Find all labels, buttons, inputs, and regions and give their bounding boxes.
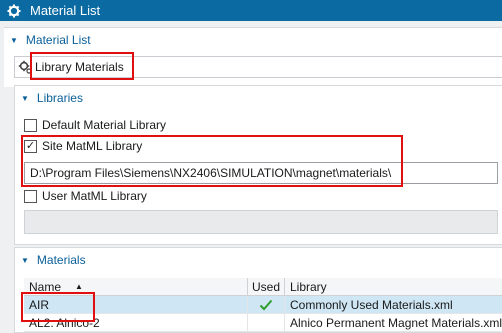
gear-icon xyxy=(6,3,22,19)
table-row[interactable]: AL2: Alnico-2 Alnico Permanent Magnet Ma… xyxy=(24,314,502,332)
material-library-cell: Alnico Permanent Magnet Materials.xml xyxy=(290,315,502,330)
materials-table-header: Name ▲ Used Library xyxy=(24,278,502,296)
material-name-cell: AIR xyxy=(24,296,248,313)
material-name-cell: AL2: Alnico-2 xyxy=(24,314,248,331)
check-icon xyxy=(248,296,285,313)
materials-group-header[interactable]: ▼ Materials xyxy=(15,248,502,272)
column-header-library[interactable]: Library xyxy=(285,278,502,295)
libraries-group-header[interactable]: ▼ Libraries xyxy=(15,86,502,110)
library-materials-selector[interactable]: Library Materials xyxy=(14,56,502,78)
site-library-checkbox[interactable]: ✓ xyxy=(24,139,37,153)
cog-icon xyxy=(18,60,32,74)
material-used-cell xyxy=(248,314,285,331)
column-header-name[interactable]: Name ▲ xyxy=(24,278,248,295)
materials-table: Name ▲ Used Library AIR Commonly Used Ma… xyxy=(24,278,502,332)
user-library-checkbox[interactable] xyxy=(24,189,37,203)
user-library-label: User MatML Library xyxy=(42,189,147,203)
window-title: Material List xyxy=(30,3,101,18)
column-header-used[interactable]: Used xyxy=(248,278,285,295)
dialog-body: ▼ Material List Library Materials ▼ Libr… xyxy=(0,21,502,333)
site-library-checkbox-row[interactable]: ✓ Site MatML Library xyxy=(24,139,142,153)
site-library-path-value: D:\Program Files\Siemens\NX2406\SIMULATI… xyxy=(30,166,392,180)
material-library-cell: Commonly Used Materials.xml xyxy=(290,297,453,312)
default-library-checkbox[interactable] xyxy=(24,118,37,132)
collapse-caret-icon: ▼ xyxy=(21,255,29,265)
default-library-checkbox-row[interactable]: Default Material Library xyxy=(24,118,166,132)
column-name-label: Name xyxy=(29,279,62,294)
default-library-label: Default Material Library xyxy=(42,118,167,132)
column-used-label: Used xyxy=(251,279,280,294)
library-materials-label: Library Materials xyxy=(35,60,124,74)
user-library-checkbox-row[interactable]: User MatML Library xyxy=(24,189,147,203)
collapse-caret-icon: ▼ xyxy=(21,93,29,103)
materials-group-title: Materials xyxy=(36,253,86,267)
collapse-caret-icon: ▼ xyxy=(10,35,18,45)
material-list-group-title: Material List xyxy=(25,33,91,47)
title-bar: Material List xyxy=(0,0,502,21)
site-library-label: Site MatML Library xyxy=(42,139,143,153)
user-library-path-field[interactable] xyxy=(24,210,498,234)
sort-ascending-icon: ▲ xyxy=(75,282,83,291)
column-library-label: Library xyxy=(290,279,327,294)
table-row[interactable]: AIR Commonly Used Materials.xml xyxy=(24,296,502,314)
material-list-group-header[interactable]: ▼ Material List xyxy=(4,28,502,52)
site-library-path-field[interactable]: D:\Program Files\Siemens\NX2406\SIMULATI… xyxy=(24,162,498,184)
libraries-group-title: Libraries xyxy=(36,91,83,105)
